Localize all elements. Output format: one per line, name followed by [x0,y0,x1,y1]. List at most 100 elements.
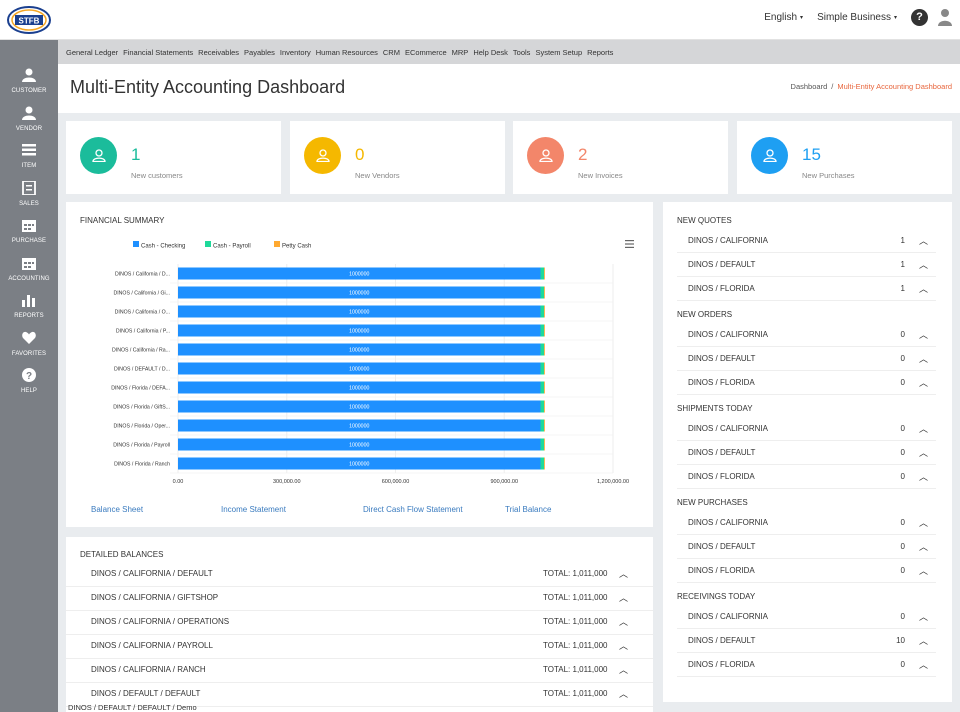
summary-row[interactable]: DINOS / DEFAULT 0 ︿ [677,441,936,465]
balance-row[interactable]: DINOS / CALIFORNIA / DEFAULT TOTAL: 1,011… [66,563,653,587]
sidebar-item-item[interactable]: ITEM [0,115,58,169]
summary-row[interactable]: DINOS / FLORIDA 0 ︿ [677,371,936,395]
chevron-up-icon[interactable]: ︿ [919,634,928,647]
chevron-up-icon[interactable]: ︿ [619,687,628,700]
summary-count: 1 [900,260,905,269]
sidebar-item-accounting[interactable]: ACCOUNTING [0,228,58,282]
chevron-up-icon[interactable]: ︿ [919,516,928,529]
balance-row[interactable]: DINOS / CALIFORNIA / RANCH TOTAL: 1,011,0… [66,659,653,683]
sidebar-item-customer[interactable]: CUSTOMER [0,40,58,94]
summary-row[interactable]: DINOS / FLORIDA 0 ︿ [677,559,936,583]
company-dropdown[interactable]: Simple Business ▾ [817,12,897,23]
chevron-up-icon[interactable]: ︿ [919,328,928,341]
chevron-up-icon[interactable]: ︿ [619,567,628,580]
menu-item[interactable]: Tools [513,48,531,57]
stat-label: New Vendors [355,171,400,180]
menu-item[interactable]: Help Desk [473,48,508,57]
chevron-up-icon[interactable]: ︿ [919,564,928,577]
summary-row[interactable]: DINOS / CALIFORNIA 0 ︿ [677,417,936,441]
summary-count: 1 [900,236,905,245]
menu-item[interactable]: Human Resources [316,48,378,57]
chevron-up-icon[interactable]: ︿ [619,663,628,676]
chevron-up-icon[interactable]: ︿ [919,376,928,389]
summary-entity-name: DINOS / CALIFORNIA [688,612,769,621]
report-link[interactable]: Trial Balance [505,505,551,514]
chevron-up-icon[interactable]: ︿ [919,422,928,435]
menu-item[interactable]: System Setup [535,48,582,57]
chevron-up-icon[interactable]: ︿ [919,234,928,247]
chevron-up-icon[interactable]: ︿ [919,658,928,671]
chevron-up-icon[interactable]: ︿ [619,639,628,652]
summary-row[interactable]: DINOS / CALIFORNIA 1 ︿ [677,229,936,253]
stat-card[interactable]: 1 New customers [66,121,281,194]
menu-item[interactable]: ECommerce [405,48,447,57]
chevron-up-icon[interactable]: ︿ [919,610,928,623]
stfb-logo[interactable]: STFB [6,5,52,35]
summary-row[interactable]: DINOS / FLORIDA 1 ︿ [677,277,936,301]
summary-row[interactable]: DINOS / DEFAULT 1 ︿ [677,253,936,277]
stat-value: 1 [131,145,141,164]
report-link[interactable]: Direct Cash Flow Statement [363,505,463,514]
menu-item[interactable]: CRM [383,48,400,57]
chevron-up-icon[interactable]: ︿ [919,282,928,295]
chevron-up-icon[interactable]: ︿ [919,258,928,271]
menu-item[interactable]: Reports [587,48,613,57]
balance-row[interactable]: DINOS / CALIFORNIA / GIFTSHOP TOTAL: 1,01… [66,587,653,611]
summary-row[interactable]: DINOS / FLORIDA 0 ︿ [677,653,936,677]
menu-item[interactable]: General Ledger [66,48,118,57]
menu-item[interactable]: Inventory [280,48,311,57]
chevron-up-icon[interactable]: ︿ [619,615,628,628]
chevron-up-icon[interactable]: ︿ [919,352,928,365]
stat-card[interactable]: 0 New Vendors [290,121,505,194]
summary-row[interactable]: DINOS / CALIFORNIA 0 ︿ [677,323,936,347]
stat-card[interactable]: 15 New Purchases [737,121,952,194]
hamburger-menu-icon[interactable] [625,240,634,248]
summary-section-title: RECEIVINGS TODAY [677,592,756,601]
summary-row[interactable]: DINOS / CALIFORNIA 0 ︿ [677,605,936,629]
summary-row[interactable]: DINOS / CALIFORNIA 0 ︿ [677,511,936,535]
summary-row[interactable]: DINOS / DEFAULT 10 ︿ [677,629,936,653]
balance-row[interactable]: DINOS / CALIFORNIA / PAYROLL TOTAL: 1,011… [66,635,653,659]
summary-entity-name: DINOS / DEFAULT [688,354,756,363]
sidebar-item-sales[interactable]: SALES [0,153,58,207]
sidebar-item-favorites[interactable]: FAVORITES [0,303,58,357]
menu-item[interactable]: Financial Statements [123,48,193,57]
report-link[interactable]: Income Statement [221,505,286,514]
chevron-up-icon[interactable]: ︿ [619,591,628,604]
report-link[interactable]: Balance Sheet [91,505,143,514]
stat-value: 2 [578,145,588,164]
stat-card[interactable]: 2 New Invoices [513,121,728,194]
breadcrumb-home[interactable]: Dashboard [791,82,828,91]
balance-entity-name: DINOS / CALIFORNIA / DEFAULT [91,569,213,578]
person-outline-icon [315,149,330,162]
menu-item[interactable]: MRP [452,48,469,57]
summary-row[interactable]: DINOS / FLORIDA 0 ︿ [677,465,936,489]
sidebar-item-vendor[interactable]: VENDOR [0,78,58,132]
summary-entity-name: DINOS / CALIFORNIA [688,424,769,433]
sidebar-item-reports[interactable]: REPORTS [0,265,58,319]
menu-item[interactable]: Payables [244,48,275,57]
help-icon[interactable]: ? [911,8,928,26]
chevron-up-icon[interactable]: ︿ [919,540,928,553]
company-label: Simple Business [817,11,891,23]
summary-count: 0 [900,660,905,669]
user-avatar-icon[interactable] [938,8,952,26]
balance-row[interactable]: DINOS / CALIFORNIA / OPERATIONS TOTAL: 1,… [66,611,653,635]
summary-row[interactable]: DINOS / DEFAULT 0 ︿ [677,347,936,371]
balance-total: TOTAL: 1,011,000 [543,641,608,650]
chevron-up-icon[interactable]: ︿ [919,470,928,483]
page-header: Multi-Entity Accounting Dashboard Dashbo… [58,64,960,113]
balance-detail-row[interactable]: DINOS / DEFAULT / DEFAULT / Demo [68,703,197,712]
chevron-up-icon[interactable]: ︿ [919,446,928,459]
stat-label: New customers [131,171,183,180]
sidebar-item-help[interactable]: ? HELP [0,340,58,394]
summary-row[interactable]: DINOS / DEFAULT 0 ︿ [677,535,936,559]
summary-entity-name: DINOS / DEFAULT [688,448,756,457]
menu-item[interactable]: Receivables [198,48,239,57]
sidebar-item-purchase[interactable]: PURCHASE [0,190,58,244]
language-dropdown[interactable]: English ▾ [764,12,803,23]
page-title: Multi-Entity Accounting Dashboard [70,77,346,97]
sidebar-label: HELP [20,388,38,394]
breadcrumb-current: Multi-Entity Accounting Dashboard [837,82,952,91]
svg-text:?: ? [26,371,32,382]
